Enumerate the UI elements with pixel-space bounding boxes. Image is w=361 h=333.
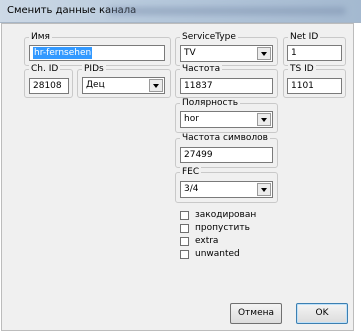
checkbox-box[interactable] (180, 250, 189, 259)
checkbox-label: пропустить (195, 223, 250, 233)
name-input[interactable]: hr-fernsehen (29, 45, 165, 61)
polarity-label: Полярность (180, 98, 241, 109)
polarity-select[interactable]: hor (180, 111, 273, 128)
service-type-value: TV (184, 48, 196, 58)
symbol-rate-label: Частота символов (180, 133, 270, 144)
net-id-input[interactable]: 1 (287, 45, 342, 61)
fec-value: 3/4 (184, 184, 199, 194)
ch-id-input[interactable]: 28108 (29, 78, 69, 94)
fec-select[interactable]: 3/4 (180, 181, 273, 198)
name-value: hr-fernsehen (33, 47, 93, 59)
checkbox-label: extra (195, 236, 219, 246)
checkbox-box[interactable] (180, 211, 189, 220)
pids-label: PIDs (82, 64, 106, 75)
frequency-input[interactable]: 11837 (180, 78, 273, 94)
title-bar: Сменить данные канала (0, 0, 361, 23)
fec-label: FEC (180, 167, 202, 178)
net-id-label: Net ID (288, 32, 321, 43)
checkbox-label: закодирован (195, 210, 257, 220)
ts-id-label: TS ID (288, 64, 316, 75)
name-label: Имя (29, 32, 52, 43)
pids-select[interactable]: Дец (82, 77, 165, 94)
service-type-label: ServiceType (180, 32, 238, 43)
dialog-body: Имя hr-fernsehen ServiceType TV Net ID 1… (1, 23, 354, 331)
polarity-value: hor (184, 114, 199, 124)
ok-button[interactable]: OK (296, 303, 348, 324)
checkbox-label: unwanted (195, 249, 240, 259)
frequency-label: Частота (180, 64, 223, 75)
symbol-rate-input[interactable]: 27499 (180, 147, 273, 163)
cancel-button[interactable]: Отмена (230, 303, 282, 324)
checkbox-box[interactable] (180, 237, 189, 246)
chevron-down-icon[interactable] (257, 113, 271, 126)
service-type-select[interactable]: TV (180, 45, 273, 62)
checkbox-box[interactable] (180, 224, 189, 233)
pids-value: Дец (86, 80, 105, 90)
title-bar-background (108, 7, 346, 15)
ch-id-label: Ch. ID (29, 64, 61, 75)
chevron-down-icon[interactable] (257, 183, 271, 196)
chevron-down-icon[interactable] (257, 47, 271, 60)
chevron-down-icon[interactable] (149, 79, 163, 92)
ts-id-input[interactable]: 1101 (287, 78, 342, 94)
